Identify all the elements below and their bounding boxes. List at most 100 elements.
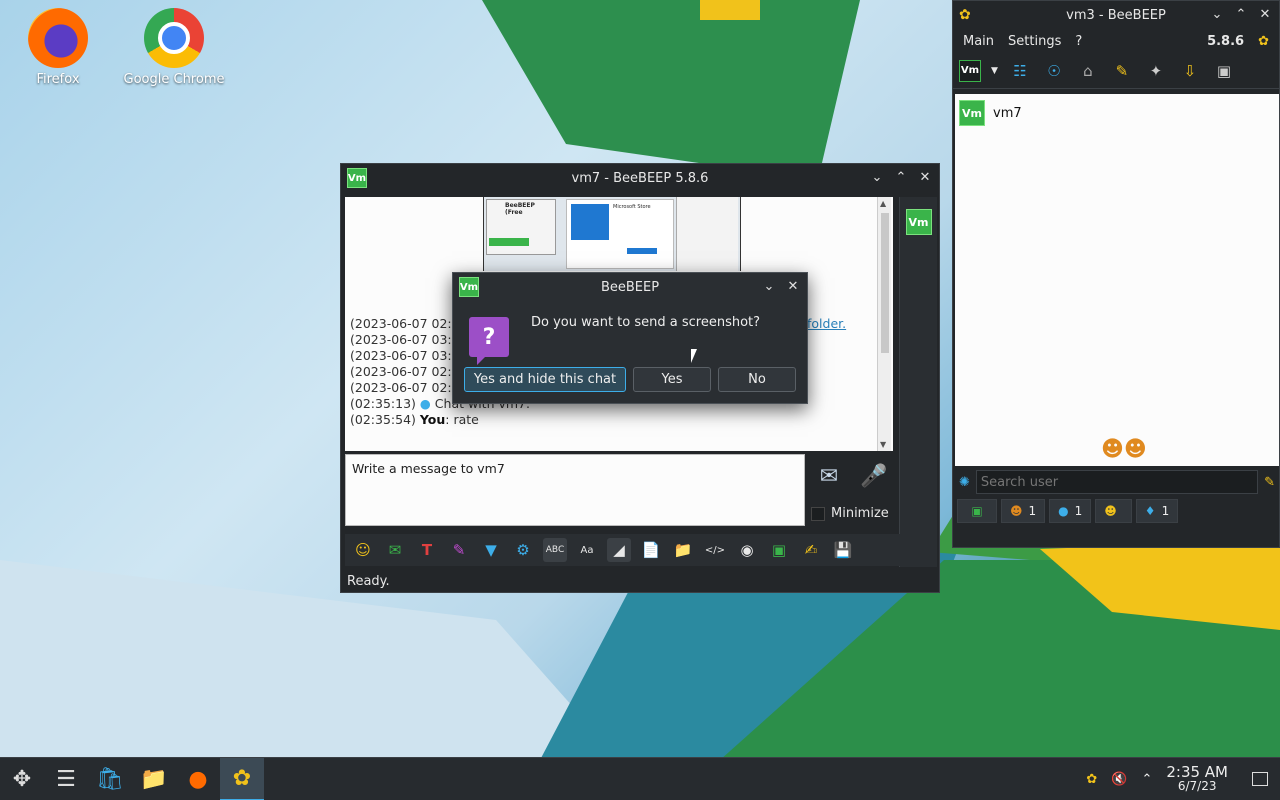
home-icon[interactable]: ⌂	[1076, 59, 1100, 83]
envelope-icon[interactable]: ✉	[383, 538, 407, 562]
send-file-icon[interactable]: 📄	[639, 538, 663, 562]
firefox-icon	[28, 8, 88, 68]
minimize-checkbox-row[interactable]: Minimize	[811, 506, 889, 521]
show-desktop-icon[interactable]	[1252, 772, 1268, 786]
chat-titlebar[interactable]: Vm vm7 - BeeBEEP 5.8.6 ⌄ ⌃ ✕	[341, 164, 939, 192]
minimize-window-button[interactable]: ⌄	[869, 170, 885, 186]
system-tray: ✿ 🔇 ⌃ 2:35 AM 6/7/23	[1086, 765, 1280, 793]
code-icon[interactable]: </>	[703, 538, 727, 562]
chat-bubble-icon: ●	[419, 396, 431, 411]
beebeep-taskbar-icon[interactable]: ✿	[220, 757, 264, 800]
camera-icon[interactable]: ◉	[735, 538, 759, 562]
no-button[interactable]: No	[718, 367, 796, 392]
bee-icon: ✿	[959, 7, 971, 23]
tab-files[interactable]: ♦ 1	[1135, 499, 1179, 523]
screenshot-thumbnail[interactable]: BeeBEEP (Free Microsoft Store	[483, 197, 741, 271]
volume-muted-icon[interactable]: 🔇	[1111, 772, 1127, 787]
settings-icon[interactable]: ⚙	[511, 538, 535, 562]
edit-message-icon[interactable]: ✎	[1110, 59, 1134, 83]
log-time: (02:35:13)	[350, 396, 416, 411]
preferences-icon[interactable]: ☷	[1008, 59, 1032, 83]
scrollbar-thumb[interactable]	[881, 213, 889, 353]
log-sender: You	[419, 412, 446, 427]
send-folder-icon[interactable]: 📁	[671, 538, 695, 562]
beebeep-tray-icon[interactable]: ✿	[1086, 772, 1097, 787]
screen-capture-icon[interactable]: ▣	[767, 538, 791, 562]
userlist-toolbar: Vm ▼ ☷ ☉ ⌂ ✎ ✦ ⇩ ▣	[953, 53, 1279, 89]
chat-scrollbar[interactable]: ▲ ▼	[877, 197, 891, 451]
tab-status[interactable]: ▣	[957, 499, 997, 523]
spellcheck-icon[interactable]: ABC	[543, 538, 567, 562]
font-icon[interactable]: T	[415, 538, 439, 562]
color-icon[interactable]: ✎	[447, 538, 471, 562]
save-chat-icon[interactable]: 💾	[831, 538, 855, 562]
close-window-button[interactable]: ✕	[917, 170, 933, 186]
folder-link[interactable]: folder.	[807, 316, 846, 331]
yes-and-hide-button[interactable]: Yes and hide this chat	[464, 367, 626, 392]
mouse-cursor-icon	[691, 349, 697, 363]
users-icon: ☻	[1010, 504, 1023, 518]
message-input[interactable]: Write a message to vm7	[345, 454, 805, 526]
user-name: vm7	[993, 105, 1022, 121]
user-list-item[interactable]: Vm vm7	[955, 94, 1279, 132]
tab-count: 1	[1028, 504, 1037, 518]
search-user-input[interactable]	[975, 470, 1259, 494]
firefox-taskbar-icon[interactable]: ●	[176, 758, 220, 800]
maximize-window-button[interactable]: ⌃	[893, 170, 909, 186]
close-dialog-button[interactable]: ✕	[785, 279, 801, 295]
menu-help[interactable]: ?	[1075, 34, 1082, 49]
tab-chats[interactable]: ● 1	[1049, 499, 1092, 523]
minimize-window-button[interactable]: ⌄	[1209, 7, 1225, 23]
userlist-titlebar[interactable]: ✿ vm3 - BeeBEEP ⌄ ⌃ ✕	[953, 1, 1279, 29]
plugins-icon[interactable]: ✦	[1144, 59, 1168, 83]
tab-users[interactable]: ☻ 1	[1001, 499, 1046, 523]
screenshot-icon[interactable]: ◢	[607, 538, 631, 562]
maximize-window-button[interactable]: ⌃	[1233, 7, 1249, 23]
clock-time: 2:35 AM	[1166, 763, 1228, 781]
network-icon[interactable]: ☉	[1042, 59, 1066, 83]
thumb-title: BeeBEEP (Free	[505, 202, 535, 216]
tab-count: 1	[1161, 504, 1170, 518]
userlist-tabs: ▣ ☻ 1 ● 1 ☻ ♦ 1	[957, 499, 1179, 523]
minimize-dialog-button[interactable]: ⌄	[761, 279, 777, 295]
desktop-icon-chrome[interactable]: Google Chrome	[119, 8, 229, 87]
menu-settings[interactable]: Settings	[1008, 34, 1061, 49]
user-list-window: ✿ vm3 - BeeBEEP ⌄ ⌃ ✕ Main Settings ? 5.…	[952, 0, 1280, 548]
menu-main[interactable]: Main	[963, 34, 994, 49]
discover-store-icon[interactable]: 🛍	[88, 758, 132, 800]
notes-icon[interactable]: ✍	[799, 538, 823, 562]
emoticon-icon[interactable]: ☺	[351, 538, 375, 562]
chat-toolbar: ☺ ✉ T ✎ ▼ ⚙ ABC Aa ◢ 📄 📁 </> ◉ ▣ ✍ 💾	[345, 534, 937, 566]
dialog-titlebar[interactable]: Vm BeeBEEP ⌄ ✕	[453, 273, 807, 301]
file-manager-icon[interactable]: 📁	[132, 758, 176, 800]
send-message-button[interactable]: ✉	[811, 464, 847, 498]
member-avatar[interactable]: Vm	[905, 209, 932, 235]
download-folder-icon[interactable]: ⇩	[1178, 59, 1202, 83]
minimize-checkbox[interactable]	[811, 506, 825, 521]
scroll-up-icon[interactable]: ▲	[880, 199, 886, 208]
yes-button[interactable]: Yes	[633, 367, 711, 392]
settings-sliders-icon[interactable]: ☰	[44, 758, 88, 800]
scroll-down-icon[interactable]: ▼	[880, 440, 886, 449]
microphone-icon[interactable]: 🎤	[859, 464, 889, 498]
search-row: ✺ ✎	[955, 469, 1279, 495]
desktop-icon-label: Firefox	[36, 72, 80, 87]
chrome-icon	[144, 8, 204, 68]
chevron-down-icon[interactable]: ▼	[991, 66, 998, 76]
filter-icon[interactable]: ▼	[479, 538, 503, 562]
clear-search-icon[interactable]: ✎	[1264, 475, 1275, 490]
clock[interactable]: 2:35 AM 6/7/23	[1166, 763, 1228, 794]
close-window-button[interactable]: ✕	[1257, 7, 1273, 23]
chevron-up-icon[interactable]: ⌃	[1141, 772, 1152, 787]
minimize-label: Minimize	[831, 506, 889, 521]
groups-icon: ☻	[1104, 504, 1117, 518]
status-icon[interactable]: Vm	[959, 59, 981, 82]
tab-groups[interactable]: ☻	[1095, 499, 1132, 523]
desktop-icon-firefox[interactable]: Firefox	[3, 8, 113, 87]
text-format-icon[interactable]: Aa	[575, 538, 599, 562]
thumb-store-title: Microsoft Store	[613, 204, 651, 210]
vm-app-icon: Vm	[347, 168, 367, 188]
trash-icon[interactable]: ▣	[1212, 59, 1236, 83]
log-time: (02:35:54)	[350, 412, 416, 427]
app-launcher-icon[interactable]: ✥	[0, 758, 44, 800]
